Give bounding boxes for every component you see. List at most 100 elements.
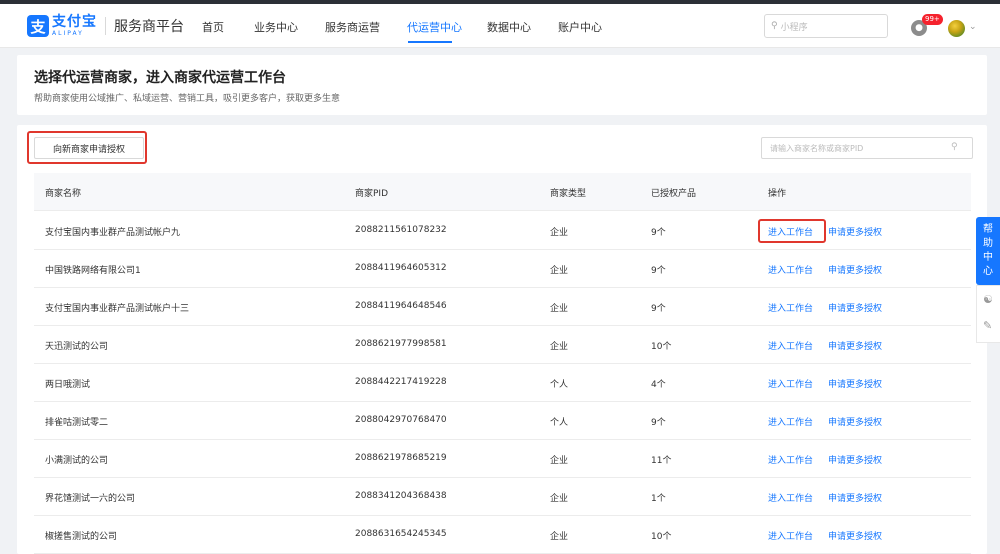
table-row: 支付宝国内事业群产品测试帐户九 2088211561078232 企业 9个 进…	[34, 212, 971, 250]
column-header-actions: 操作	[768, 189, 787, 199]
column-header-name: 商家名称	[45, 189, 82, 199]
avatar[interactable]	[948, 20, 965, 37]
merchant-type: 企业	[550, 456, 569, 466]
logo-cn: 支付宝	[52, 14, 97, 30]
enter-workspace-link[interactable]: 进入工作台	[768, 225, 813, 238]
merchant-pid: 2088631654245345	[355, 529, 447, 539]
authorized-products: 10个	[651, 342, 672, 352]
merchant-name: 两日哦测试	[45, 380, 91, 390]
authorized-products: 9个	[651, 266, 666, 276]
search-icon: ⚲	[771, 21, 778, 31]
request-more-auth-link[interactable]: 申请更多授权	[828, 301, 882, 314]
nav-provider-operation[interactable]: 服务商运营	[325, 19, 380, 35]
help-char: 心	[983, 266, 993, 277]
nav-data-center[interactable]: 数据中心	[487, 19, 531, 35]
authorized-products: 9个	[651, 228, 666, 238]
search-icon[interactable]: ⚲	[951, 142, 958, 152]
nav-agency-operation-center[interactable]: 代运营中心	[407, 19, 462, 35]
merchant-name: 小满测试的公司	[45, 456, 109, 466]
enter-workspace-link[interactable]: 进入工作台	[768, 491, 813, 504]
authorized-products: 4个	[651, 380, 666, 390]
table-row: 中国铁路网络有限公司1 2088411964605312 企业 9个 进入工作台…	[34, 250, 971, 288]
table-row: 排雀咕测试零二 2088042970768470 个人 9个 进入工作台 申请更…	[34, 402, 971, 440]
merchant-type: 个人	[550, 418, 569, 428]
merchant-type: 企业	[550, 304, 569, 314]
global-search-input[interactable]: ⚲ 小程序	[764, 14, 888, 38]
enter-workspace-link[interactable]: 进入工作台	[768, 529, 813, 542]
authorized-products: 9个	[651, 304, 666, 314]
apply-new-merchant-button[interactable]: 向新商家申请授权	[34, 137, 144, 159]
merchant-type: 企业	[550, 266, 569, 276]
enter-workspace-link[interactable]: 进入工作台	[768, 301, 813, 314]
active-nav-indicator	[408, 41, 452, 43]
enter-workspace-link[interactable]: 进入工作台	[768, 453, 813, 466]
logo-divider	[105, 17, 106, 35]
alipay-logo[interactable]: 支 支付宝 ALIPAY 服务商平台	[27, 13, 184, 39]
help-char: 中	[983, 252, 993, 263]
help-char: 帮	[983, 224, 993, 235]
request-more-auth-link[interactable]: 申请更多授权	[828, 415, 882, 428]
help-center-tab[interactable]: 帮 助 中 心	[976, 217, 1000, 285]
merchant-pid: 2088411964648546	[355, 301, 447, 311]
logo-en: ALIPAY	[52, 30, 84, 37]
headset-icon[interactable]: ☯	[983, 293, 993, 306]
merchant-pid: 2088042970768470	[355, 415, 447, 425]
request-more-auth-link[interactable]: 申请更多授权	[828, 529, 882, 542]
column-header-pid: 商家PID	[355, 189, 389, 199]
column-header-type: 商家类型	[550, 189, 587, 199]
alipay-logo-icon: 支	[27, 15, 49, 37]
merchant-search-input[interactable]	[761, 137, 973, 159]
notification-badge: 99+	[922, 14, 943, 25]
table-row: 两日哦测试 2088442217419228 个人 4个 进入工作台 申请更多授…	[34, 364, 971, 402]
page-subtitle: 帮助商家使用公域推广、私域运营、营销工具，吸引更多客户，获取更多生意	[34, 94, 341, 104]
column-header-products: 已授权产品	[651, 189, 697, 199]
edit-icon[interactable]: ✎	[983, 319, 992, 332]
merchant-name: 支付宝国内事业群产品测试帐户十三	[45, 304, 190, 314]
enter-workspace-link[interactable]: 进入工作台	[768, 415, 813, 428]
request-more-auth-link[interactable]: 申请更多授权	[828, 263, 882, 276]
authorized-products: 9个	[651, 418, 666, 428]
merchant-name: 椒搓售测试的公司	[45, 532, 118, 542]
enter-workspace-link[interactable]: 进入工作台	[768, 377, 813, 390]
merchant-type: 企业	[550, 494, 569, 504]
nav-home[interactable]: 首页	[202, 19, 224, 35]
table-header: 商家名称 商家PID 商家类型 已授权产品 操作	[34, 173, 971, 211]
merchant-name: 界花馇测试一六的公司	[45, 494, 136, 504]
merchant-name: 中国铁路网络有限公司1	[45, 266, 141, 276]
authorized-products: 1个	[651, 494, 666, 504]
merchant-type: 企业	[550, 228, 569, 238]
merchant-pid: 2088442217419228	[355, 377, 447, 387]
page-header-card: 选择代运营商家，进入商家代运营工作台 帮助商家使用公域推广、私域运营、营销工具，…	[17, 55, 987, 115]
merchant-pid: 2088411964605312	[355, 263, 447, 273]
merchant-pid: 2088211561078232	[355, 225, 447, 235]
merchant-name: 天迅测试的公司	[45, 342, 109, 352]
merchant-list-card: 向新商家申请授权 ⚲ 商家名称 商家PID 商家类型 已授权产品 操作 支付宝国…	[17, 125, 987, 554]
platform-name: 服务商平台	[114, 19, 184, 35]
merchant-name: 排雀咕测试零二	[45, 418, 109, 428]
table-row: 界花馇测试一六的公司 2088341204368438 企业 1个 进入工作台 …	[34, 478, 971, 516]
enter-workspace-link[interactable]: 进入工作台	[768, 339, 813, 352]
enter-workspace-link[interactable]: 进入工作台	[768, 263, 813, 276]
merchant-pid: 2088341204368438	[355, 491, 447, 501]
table-row: 椒搓售测试的公司 2088631654245345 企业 10个 进入工作台 申…	[34, 516, 971, 554]
side-toolbar: ☯ ✎	[976, 285, 1000, 343]
table-row: 天迅测试的公司 2088621977998581 企业 10个 进入工作台 申请…	[34, 326, 971, 364]
help-char: 助	[983, 238, 993, 249]
request-more-auth-link[interactable]: 申请更多授权	[828, 339, 882, 352]
global-search-placeholder: 小程序	[780, 22, 808, 33]
request-more-auth-link[interactable]: 申请更多授权	[828, 453, 882, 466]
nav-account-center[interactable]: 账户中心	[558, 19, 602, 35]
request-more-auth-link[interactable]: 申请更多授权	[828, 225, 882, 238]
authorized-products: 11个	[651, 456, 672, 466]
merchant-pid: 2088621978685219	[355, 453, 447, 463]
nav-business-center[interactable]: 业务中心	[254, 19, 298, 35]
request-more-auth-link[interactable]: 申请更多授权	[828, 377, 882, 390]
request-more-auth-link[interactable]: 申请更多授权	[828, 491, 882, 504]
chevron-down-icon[interactable]: ⌄	[969, 22, 977, 32]
table-row: 小满测试的公司 2088621978685219 企业 11个 进入工作台 申请…	[34, 440, 971, 478]
logo-wordmark: 支付宝 ALIPAY	[52, 15, 97, 37]
authorized-products: 10个	[651, 532, 672, 542]
table-row: 支付宝国内事业群产品测试帐户十三 2088411964648546 企业 9个 …	[34, 288, 971, 326]
merchant-type: 企业	[550, 342, 569, 352]
page-title: 选择代运营商家，进入商家代运营工作台	[34, 70, 286, 86]
